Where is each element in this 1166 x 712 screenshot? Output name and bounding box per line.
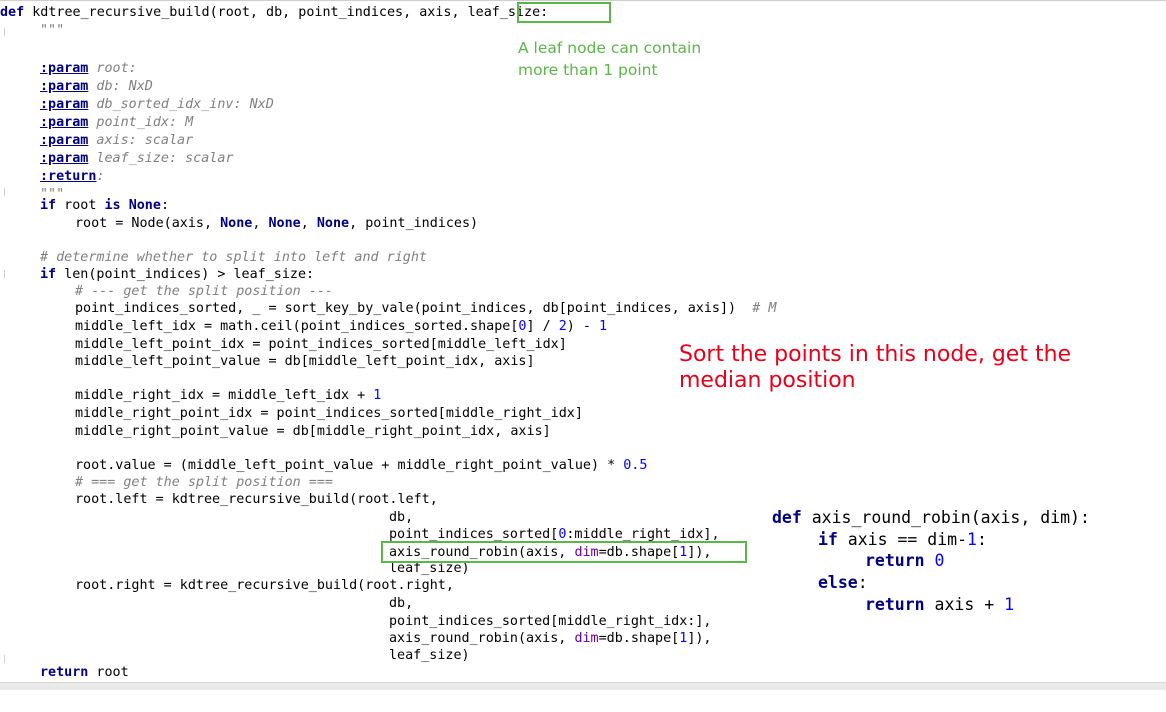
code-editor: def kdtree_recursive_build(root, db, poi… xyxy=(0,0,1166,690)
side-code-else: else: xyxy=(818,573,868,592)
code-line-middle-left-idx: middle_left_idx = math.ceil(point_indice… xyxy=(75,319,608,334)
code-line-root-node: root = Node(axis, None, None, None, poin… xyxy=(75,216,479,231)
docstring-open: """ xyxy=(40,23,65,38)
code-line-right-leaf: leaf_size) xyxy=(389,648,470,663)
docstring-return: :return: xyxy=(40,169,105,184)
code-line-return-root: return root xyxy=(40,665,129,680)
code-line-middle-right-point-idx: middle_right_point_idx = point_indices_s… xyxy=(75,406,583,421)
docstring-param-axis: :param axis: scalar xyxy=(40,133,194,148)
gutter-fold-marker xyxy=(4,270,5,278)
code-line-left-call: root.left = kdtree_recursive_build(root.… xyxy=(75,492,438,507)
docstring-param-leaf-size: :param leaf_size: scalar xyxy=(40,151,234,166)
gutter-fold-marker xyxy=(4,188,5,196)
code-line-right-call: root.right = kdtree_recursive_build(root… xyxy=(75,578,454,593)
side-code-return-zero: return 0 xyxy=(865,551,945,570)
docstring-param-point-idx: :param point_idx: M xyxy=(40,115,194,130)
side-code-if: if axis == dim-1: xyxy=(818,530,987,549)
highlight-box-leaf-size xyxy=(517,2,611,23)
code-line-def: def kdtree_recursive_build(root, db, poi… xyxy=(0,5,549,20)
horizontal-scrollbar[interactable] xyxy=(0,682,1166,690)
docstring-param-db-sorted: :param db_sorted_idx_inv: NxD xyxy=(40,97,274,112)
side-code-def: def axis_round_robin(axis, dim): xyxy=(772,508,1090,527)
code-line-middle-right-idx: middle_right_idx = middle_left_idx + 1 xyxy=(75,388,382,403)
highlight-box-axis-round-robin xyxy=(381,541,747,563)
code-line-if-root: if root is None: xyxy=(40,198,169,213)
side-code-return-axis: return axis + 1 xyxy=(865,595,1015,614)
code-line-middle-left-point-value: middle_left_point_value = db[middle_left… xyxy=(75,354,535,369)
code-line-middle-right-point-value: middle_right_point_value = db[middle_rig… xyxy=(75,424,551,439)
docstring-param-db: :param db: NxD xyxy=(40,79,153,94)
annotation-leaf-node-line2: more than 1 point xyxy=(518,61,658,79)
gutter-fold-marker xyxy=(4,655,5,663)
annotation-leaf-node-line1: A leaf node can contain xyxy=(518,39,702,57)
code-line-sort: point_indices_sorted, _ = sort_key_by_va… xyxy=(75,301,777,316)
gutter-fold-marker xyxy=(4,28,5,36)
code-line-right-db: db, xyxy=(389,596,414,611)
annotation-sort-line2: median position xyxy=(679,368,856,393)
annotation-sort-line1: Sort the points in this node, get the xyxy=(679,342,1072,367)
docstring-param-root: :param root: xyxy=(40,61,137,76)
